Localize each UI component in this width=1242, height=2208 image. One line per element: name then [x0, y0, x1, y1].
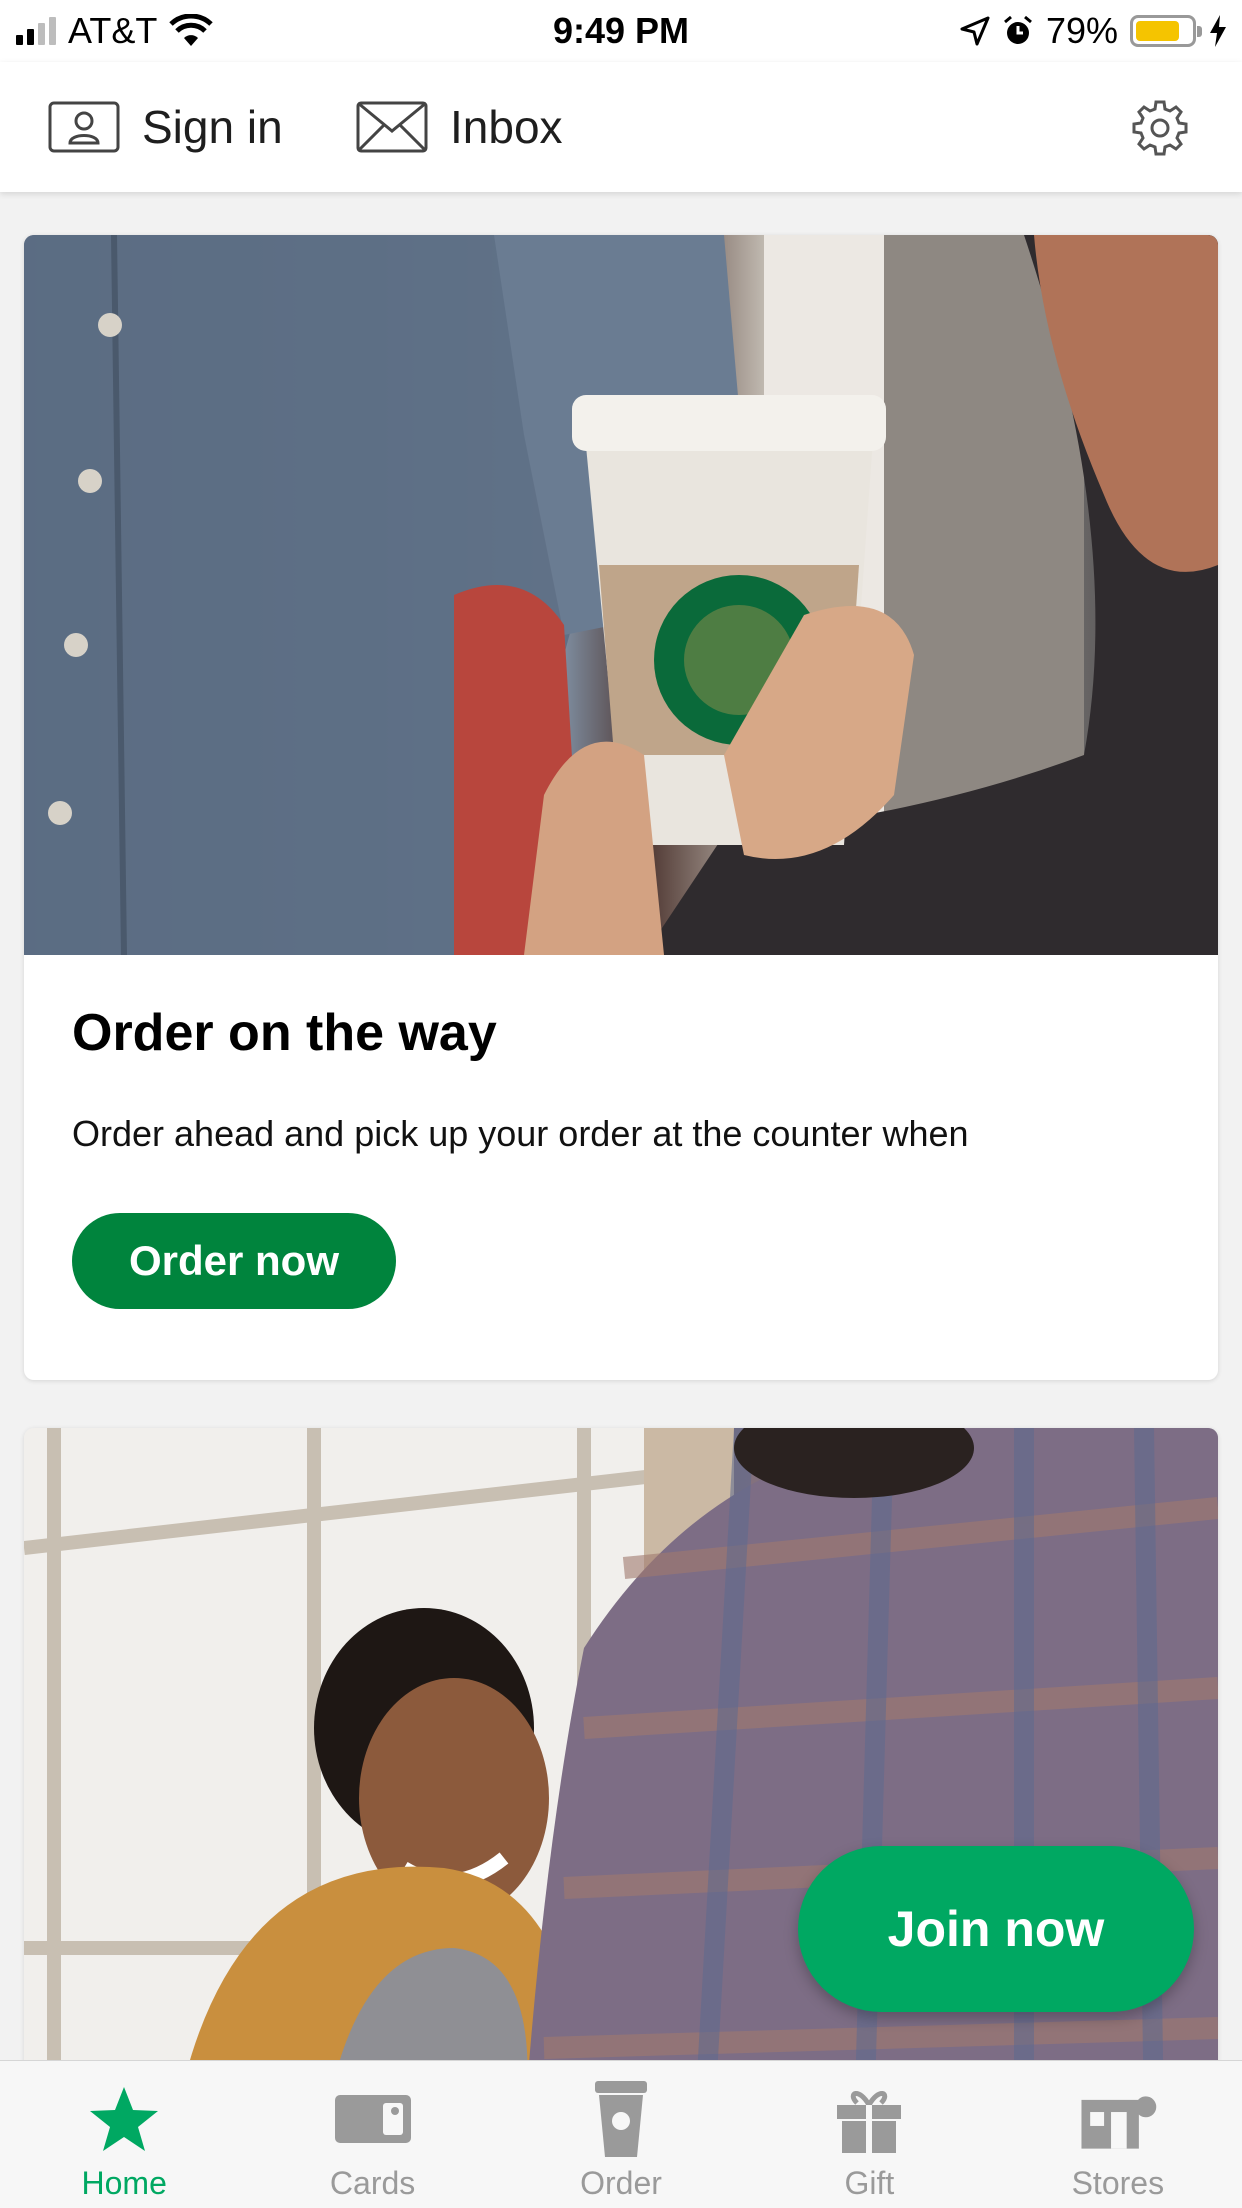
photo-illustration — [24, 1428, 1218, 2128]
settings-gear-icon[interactable] — [1130, 98, 1190, 158]
envelope-icon — [356, 101, 428, 153]
tab-order[interactable]: Order — [497, 2061, 745, 2208]
battery-icon — [1130, 15, 1202, 47]
battery-level — [1136, 21, 1179, 41]
card-body: Order ahead and pick up your order at th… — [72, 1113, 969, 1154]
card-title: Order on the way — [72, 1004, 497, 1062]
tab-label: Cards — [329, 2165, 416, 2201]
tab-label: Home — [81, 2165, 167, 2201]
tab-label: Gift — [844, 2165, 895, 2201]
order-ahead-card: Order on the way Order ahead and pick up… — [24, 235, 1218, 1380]
alarm-icon — [1003, 15, 1032, 44]
store-icon — [1078, 2079, 1158, 2159]
charging-bolt-icon — [1210, 15, 1226, 47]
status-bar: AT&T 9:49 PM 79% — [0, 0, 1242, 62]
tab-home[interactable]: Home — [0, 2061, 248, 2208]
status-right: 79% — [960, 10, 1228, 52]
tab-label: Order — [580, 2165, 662, 2201]
top-nav: Sign in Inbox — [0, 62, 1242, 192]
tab-stores[interactable]: Stores — [994, 2061, 1242, 2208]
card-icon — [333, 2079, 413, 2159]
photo-illustration — [24, 235, 1218, 955]
battery-percent: 79% — [1045, 10, 1118, 51]
tab-cards[interactable]: Cards — [248, 2061, 496, 2208]
cafe-friends-photo — [24, 1428, 1218, 2128]
inbox-button[interactable]: Inbox — [356, 62, 563, 192]
tab-label: Stores — [1071, 2165, 1165, 2201]
cup-icon — [581, 2079, 661, 2159]
tab-bar: Home Cards Order Gift Stores — [0, 2060, 1242, 2208]
user-icon — [48, 101, 120, 153]
gift-icon — [829, 2079, 909, 2159]
sign-in-label: Sign in — [142, 101, 283, 153]
join-rewards-card — [24, 1428, 1218, 2128]
barista-coffee-photo — [24, 235, 1218, 955]
tab-gift[interactable]: Gift — [745, 2061, 993, 2208]
inbox-label: Inbox — [450, 101, 563, 153]
location-arrow-icon — [960, 16, 990, 46]
star-icon — [84, 2079, 164, 2159]
order-now-button[interactable]: Order now — [72, 1213, 396, 1309]
sign-in-button[interactable]: Sign in — [48, 62, 283, 192]
join-now-button[interactable]: Join now — [798, 1846, 1194, 2012]
